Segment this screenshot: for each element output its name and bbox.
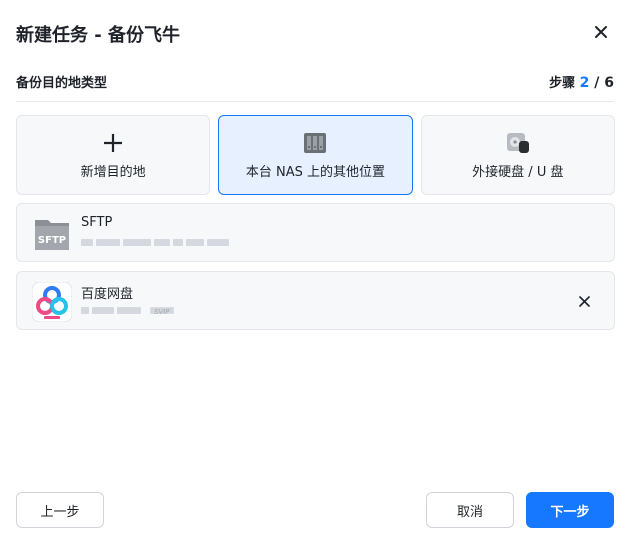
option-label: 新增目的地 <box>80 164 146 180</box>
destination-item-baidu[interactable]: 百度网盘 SVIP <box>16 271 615 330</box>
prev-step-button[interactable]: 上一步 <box>16 492 104 528</box>
destination-details-blurred <box>81 238 229 246</box>
plus-icon <box>104 133 123 152</box>
option-new-destination[interactable]: 新增目的地 <box>16 115 211 195</box>
destination-details-blurred: SVIP <box>81 306 174 316</box>
option-external-drive[interactable]: 外接硬盘 / U 盘 <box>420 115 615 195</box>
new-task-dialog: 新建任务 - 备份飞牛 备份目的地类型 步骤 2 / 6 新增目的地 本台 NA… <box>0 0 635 552</box>
step-separator: / <box>589 75 605 91</box>
baidu-netdisk-icon <box>31 281 73 323</box>
svip-badge: SVIP <box>150 306 174 316</box>
external-drive-icon <box>506 132 529 153</box>
destination-item-sftp[interactable]: SFTP SFTP <box>16 203 615 262</box>
destination-name: SFTP <box>81 215 113 230</box>
remove-destination-button[interactable] <box>574 291 594 311</box>
close-button[interactable] <box>589 20 613 44</box>
dialog-title: 新建任务 - 备份飞牛 <box>16 25 181 46</box>
destination-type-options: 新增目的地 本台 NAS 上的其他位置 外接硬盘 / U 盘 <box>16 115 615 195</box>
step-total: 6 <box>604 75 614 91</box>
section-header: 备份目的地类型 步骤 2 / 6 <box>16 72 614 102</box>
next-step-button[interactable]: 下一步 <box>526 492 614 528</box>
cancel-button[interactable]: 取消 <box>426 492 514 528</box>
step-prefix: 步骤 <box>549 76 576 91</box>
nas-server-icon <box>304 132 327 153</box>
option-local-nas[interactable]: 本台 NAS 上的其他位置 <box>218 115 413 195</box>
step-current: 2 <box>579 75 590 91</box>
close-icon <box>595 26 607 38</box>
sftp-icon: SFTP <box>32 214 72 254</box>
destination-name: 百度网盘 <box>81 287 134 302</box>
step-indicator: 步骤 2 / 6 <box>549 72 614 91</box>
section-label: 备份目的地类型 <box>16 76 108 91</box>
option-label: 本台 NAS 上的其他位置 <box>245 164 386 180</box>
sftp-icon-text: SFTP <box>38 235 66 246</box>
close-icon <box>578 295 590 307</box>
option-label: 外接硬盘 / U 盘 <box>472 164 564 180</box>
